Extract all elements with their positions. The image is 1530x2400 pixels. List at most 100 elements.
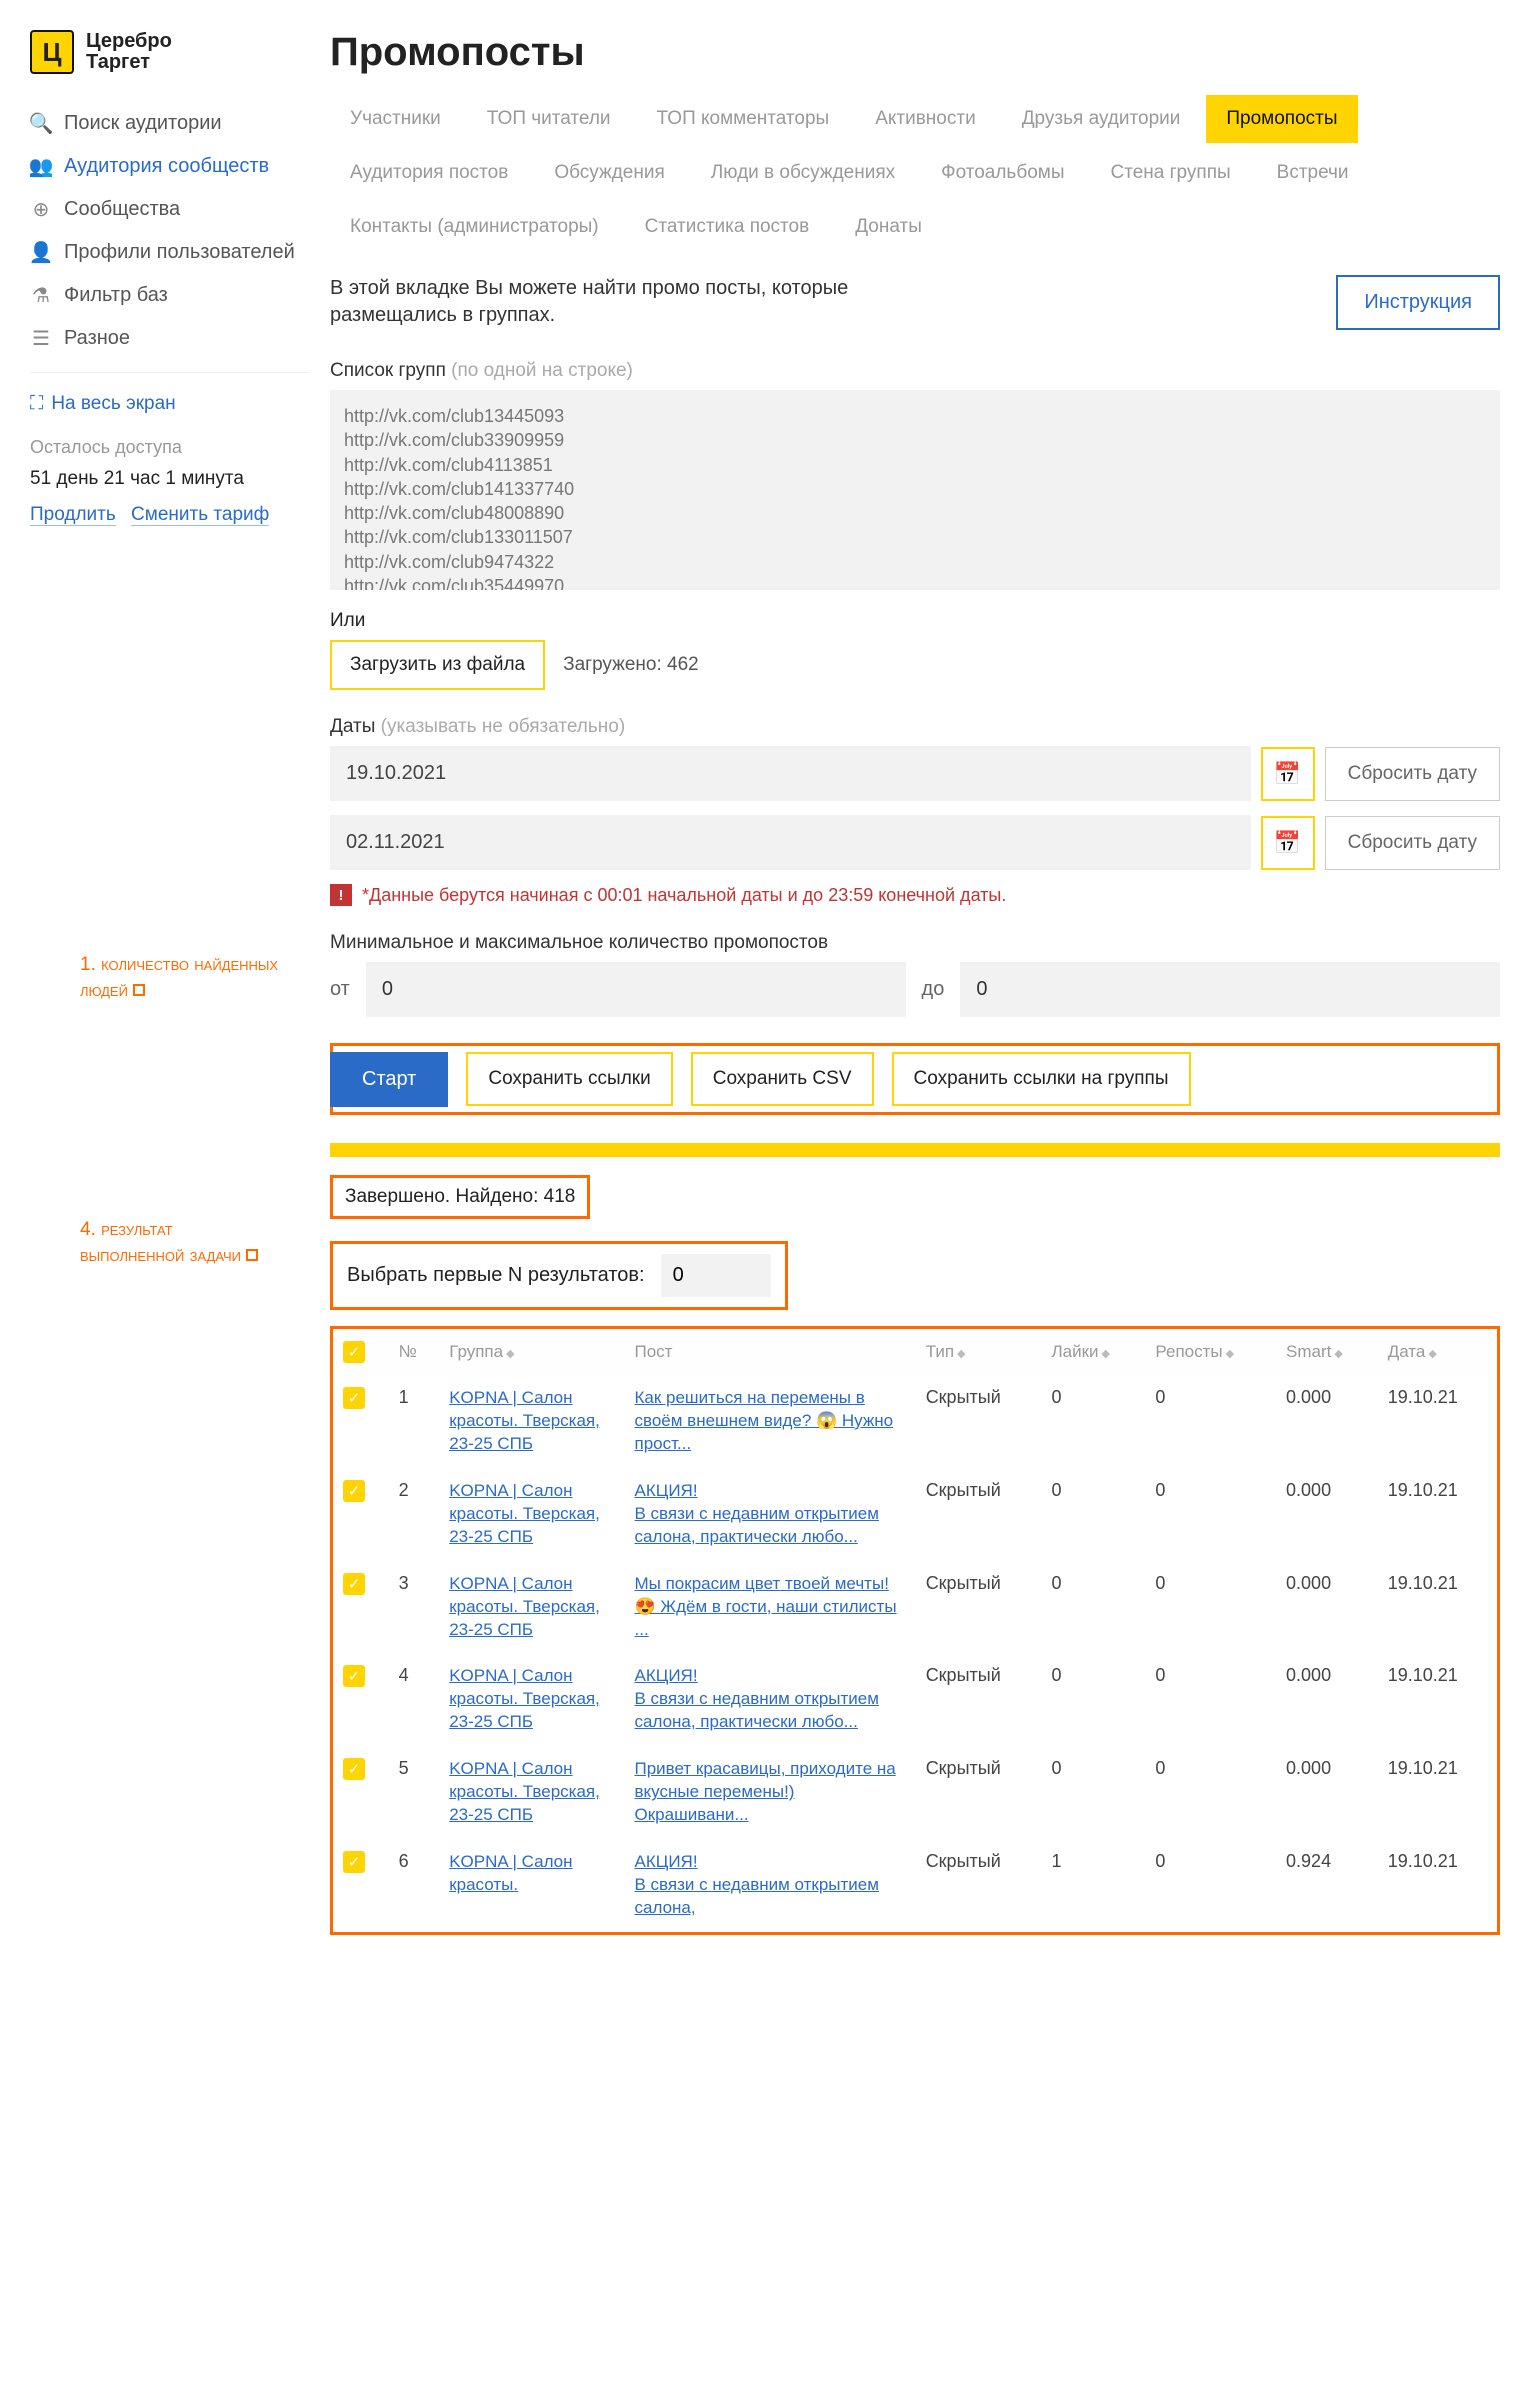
check-icon: ✓ — [343, 1341, 365, 1363]
table-row: ✓3KOPNA | Салон красоты. Тверская, 23-25… — [333, 1561, 1497, 1654]
reset-date-from-button[interactable]: Сбросить дату — [1325, 747, 1500, 801]
post-link[interactable]: Привет красавицы, приходите на вкусные п… — [635, 1759, 896, 1824]
row-checkbox[interactable]: ✓ — [343, 1851, 365, 1873]
sidebar-item-1[interactable]: 👥Аудитория сообществ — [30, 145, 310, 188]
groups-label: Список групп (по одной на строке) — [330, 360, 1500, 382]
cell-likes: 0 — [1042, 1375, 1146, 1468]
group-link[interactable]: KOPNA | Салон красоты. Тверская, 23-25 С… — [449, 1666, 600, 1731]
save-links-button[interactable]: Сохранить ссылки — [466, 1052, 672, 1106]
date-to-input[interactable] — [330, 815, 1251, 870]
tab-Статистика постов[interactable]: Статистика постов — [625, 203, 830, 251]
results-table: ✓ № Группа◆ Пост Тип◆ Лайки◆ Репосты◆ Sm… — [333, 1329, 1497, 1932]
fullscreen-link[interactable]: ⛶ На весь экран — [30, 385, 310, 423]
row-checkbox[interactable]: ✓ — [343, 1480, 365, 1502]
sidebar-item-0[interactable]: 🔍Поиск аудитории — [30, 102, 310, 145]
select-n-input[interactable] — [661, 1254, 771, 1297]
instruction-button[interactable]: Инструкция — [1336, 275, 1500, 330]
col-number[interactable]: № — [389, 1329, 440, 1375]
reset-date-to-button[interactable]: Сбросить дату — [1325, 816, 1500, 870]
row-checkbox[interactable]: ✓ — [343, 1387, 365, 1409]
tab-Контакты (администраторы)[interactable]: Контакты (администраторы) — [330, 203, 619, 251]
cell-reposts: 0 — [1145, 1746, 1276, 1839]
tab-Активности[interactable]: Активности — [855, 95, 995, 143]
cell-date: 19.10.21 — [1378, 1653, 1497, 1746]
col-likes[interactable]: Лайки◆ — [1042, 1329, 1146, 1375]
cell-number: 5 — [389, 1746, 440, 1839]
post-link[interactable]: Как решиться на перемены в своём внешнем… — [635, 1388, 894, 1453]
col-post[interactable]: Пост — [625, 1329, 916, 1375]
calendar-from-button[interactable]: 📅 — [1261, 747, 1315, 801]
cell-date: 19.10.21 — [1378, 1746, 1497, 1839]
sort-icon: ◆ — [1226, 1348, 1234, 1360]
col-reposts[interactable]: Репосты◆ — [1145, 1329, 1276, 1375]
date-from-input[interactable] — [330, 746, 1251, 801]
group-link[interactable]: KOPNA | Салон красоты. Тверская, 23-25 С… — [449, 1481, 600, 1546]
access-time: 51 день 21 час 1 минута — [30, 468, 310, 490]
profile-icon: 👤 — [30, 242, 52, 264]
group-link[interactable]: KOPNA | Салон красоты. Тверская, 23-25 С… — [449, 1574, 600, 1639]
cell-date: 19.10.21 — [1378, 1375, 1497, 1468]
start-button[interactable]: Старт — [330, 1052, 448, 1107]
sidebar-item-3[interactable]: 👤Профили пользователей — [30, 231, 310, 274]
cell-smart: 0.000 — [1276, 1375, 1378, 1468]
sort-icon: ◆ — [1428, 1348, 1436, 1360]
cell-number: 4 — [389, 1653, 440, 1746]
loaded-count: Загружено: 462 — [563, 654, 699, 676]
tab-Донаты[interactable]: Донаты — [835, 203, 942, 251]
min-input[interactable] — [366, 962, 906, 1017]
post-link[interactable]: АКЦИЯ!В связи с недавним открытием салон… — [635, 1852, 879, 1917]
sidebar-item-2[interactable]: ⊕Сообщества — [30, 188, 310, 231]
save-csv-button[interactable]: Сохранить CSV — [691, 1052, 874, 1106]
tab-Фотоальбомы[interactable]: Фотоальбомы — [921, 149, 1084, 197]
col-group[interactable]: Группа◆ — [439, 1329, 624, 1375]
tab-Промопосты[interactable]: Промопосты — [1206, 95, 1357, 143]
col-smart[interactable]: Smart◆ — [1276, 1329, 1378, 1375]
groups-textarea[interactable]: http://vk.com/club13445093 http://vk.com… — [330, 390, 1500, 590]
group-link[interactable]: KOPNA | Салон красоты. Тверская, 23-25 С… — [449, 1388, 600, 1453]
tab-ТОП комментаторы[interactable]: ТОП комментаторы — [637, 95, 850, 143]
tabs: УчастникиТОП читателиТОП комментаторыАкт… — [330, 95, 1500, 251]
cell-number: 6 — [389, 1839, 440, 1932]
intro-text: В этой вкладке Вы можете найти промо пос… — [330, 275, 950, 329]
post-link[interactable]: Мы покрасим цвет твоей мечты! 😍 Ждём в г… — [635, 1574, 897, 1639]
sidebar-item-label: Поиск аудитории — [64, 112, 222, 135]
col-checkbox[interactable]: ✓ — [333, 1329, 389, 1375]
post-link[interactable]: АКЦИЯ!В связи с недавним открытием салон… — [635, 1481, 879, 1546]
tab-ТОП читатели[interactable]: ТОП читатели — [467, 95, 631, 143]
col-date[interactable]: Дата◆ — [1378, 1329, 1497, 1375]
tab-Встречи[interactable]: Встречи — [1257, 149, 1369, 197]
save-group-links-button[interactable]: Сохранить ссылки на группы — [892, 1052, 1191, 1106]
col-type[interactable]: Тип◆ — [916, 1329, 1042, 1375]
tab-Участники[interactable]: Участники — [330, 95, 461, 143]
logo-text: Церебро Таргет — [86, 31, 172, 73]
cell-reposts: 0 — [1145, 1468, 1276, 1561]
change-tariff-link[interactable]: Сменить тариф — [131, 504, 269, 526]
divider — [30, 372, 310, 373]
max-input[interactable] — [960, 962, 1500, 1017]
sidebar-item-label: Аудитория сообществ — [64, 155, 269, 178]
cell-reposts: 0 — [1145, 1561, 1276, 1654]
extend-link[interactable]: Продлить — [30, 504, 116, 526]
group-link[interactable]: KOPNA | Салон красоты. — [449, 1852, 572, 1894]
tab-Обсуждения[interactable]: Обсуждения — [534, 149, 684, 197]
cell-date: 19.10.21 — [1378, 1468, 1497, 1561]
tab-Аудитория постов[interactable]: Аудитория постов — [330, 149, 528, 197]
cell-type: Скрытый — [916, 1746, 1042, 1839]
post-link[interactable]: АКЦИЯ!В связи с недавним открытием салон… — [635, 1666, 879, 1731]
row-checkbox[interactable]: ✓ — [343, 1573, 365, 1595]
tab-Друзья аудитории[interactable]: Друзья аудитории — [1002, 95, 1201, 143]
cell-type: Скрытый — [916, 1839, 1042, 1932]
calendar-icon: 📅 — [1274, 830, 1301, 856]
row-checkbox[interactable]: ✓ — [343, 1665, 365, 1687]
tab-Стена группы[interactable]: Стена группы — [1091, 149, 1251, 197]
from-label: от — [330, 978, 350, 1001]
calendar-to-button[interactable]: 📅 — [1261, 816, 1315, 870]
tab-Люди в обсуждениях[interactable]: Люди в обсуждениях — [691, 149, 915, 197]
callout-4: 4. Результат выполненной задачи — [80, 1217, 280, 1268]
upload-file-button[interactable]: Загрузить из файла — [330, 640, 545, 690]
group-link[interactable]: KOPNA | Салон красоты. Тверская, 23-25 С… — [449, 1759, 600, 1824]
row-checkbox[interactable]: ✓ — [343, 1758, 365, 1780]
actions-highlight: Старт Сохранить ссылки Сохранить CSV Сох… — [330, 1043, 1500, 1115]
sidebar-item-4[interactable]: ⚗Фильтр баз — [30, 274, 310, 317]
sidebar-item-5[interactable]: ☰Разное — [30, 317, 310, 360]
